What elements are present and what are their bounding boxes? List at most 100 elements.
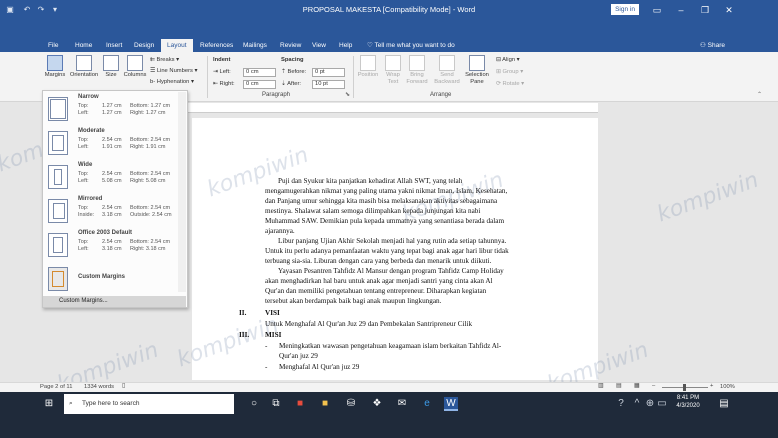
tab-file[interactable]: File [48, 39, 58, 53]
tab-design[interactable]: Design [134, 39, 154, 53]
indent-left-label: ⇥ Left: [213, 69, 231, 75]
moderate-margins-icon [48, 131, 68, 155]
sign-in-button[interactable]: Sign in [611, 4, 639, 15]
read-mode-icon[interactable]: ▥ [598, 383, 603, 389]
tab-mailings[interactable]: Mailings [243, 39, 267, 53]
right-label-text: Right: [219, 81, 235, 87]
indent-title: Indent [213, 57, 231, 63]
zoom-level[interactable]: 100% [720, 384, 735, 390]
paragraph-group-label: Paragraph [262, 92, 291, 98]
mail-icon[interactable]: ✉ [395, 397, 409, 411]
restore-icon[interactable]: ❐ [695, 3, 715, 17]
align-button[interactable]: ⊟ Align ▾ [496, 57, 520, 63]
breaks-button[interactable]: ⇇ Breaks ▾ [150, 57, 179, 63]
ribbon-display-options-icon[interactable]: ▭ [647, 3, 667, 17]
edge-icon[interactable]: e [420, 397, 434, 411]
doc-line: tersebut akan berdampak baik bagi anak m… [265, 297, 442, 305]
system-tray-icons[interactable]: ? [614, 397, 628, 411]
store-icon[interactable]: ⛁ [344, 397, 358, 411]
line-numbers-label: Line Numbers [156, 68, 193, 74]
tab-insert[interactable]: Insert [106, 39, 122, 53]
zoom-slider-thumb[interactable] [683, 384, 686, 391]
web-layout-icon[interactable]: ▦ [634, 383, 639, 389]
cortana-icon[interactable]: ○ [247, 397, 261, 411]
doc-line: dan Panjang umur sehingga kita masih bis… [265, 197, 498, 205]
wrap-text-button[interactable]: Wrap Text [382, 55, 404, 86]
margin-option-office-2003[interactable]: Office 2003 Default Top: 2.54 cm Bottom: 2… [43, 228, 180, 261]
word-count[interactable]: 1334 words [84, 384, 114, 390]
notifications-icon[interactable]: ▤ [717, 397, 731, 411]
rotate-label: Rotate [502, 81, 520, 87]
margin-label: Left: [78, 246, 89, 252]
dropdown-scrollbar[interactable] [178, 92, 186, 292]
margin-label: Left: [78, 110, 89, 116]
margin-label: Top: [78, 171, 89, 177]
collapse-ribbon-icon[interactable]: ⌃ [757, 92, 762, 98]
spacing-after-input[interactable]: 10 pt [312, 80, 345, 89]
dropbox-icon[interactable]: ❖ [370, 397, 384, 411]
minimize-icon[interactable]: – [671, 3, 691, 17]
margin-option-mirrored[interactable]: Mirrored Top: 2.54 cm Bottom: 2.54 cm Insi… [43, 194, 180, 227]
tab-layout[interactable]: Layout [161, 39, 193, 52]
line-numbers-button[interactable]: ☰ Line Numbers ▾ [150, 68, 197, 74]
tell-me-search[interactable]: ♡ Tell me what you want to do [367, 41, 455, 49]
task-view-icon[interactable]: ⧉ [269, 397, 283, 411]
spacing-after-label: ⇣ After: [281, 81, 301, 87]
page-count[interactable]: Page 2 of 11 [40, 384, 72, 390]
paragraph-launcher-icon[interactable]: ⬊ [345, 92, 350, 98]
margin-value: Bottom: 1.27 cm [130, 103, 171, 109]
word-taskbar-icon[interactable]: W [444, 397, 458, 411]
bring-forward-button[interactable]: Bring Forward [405, 55, 429, 86]
custom-margins-button[interactable]: Custom Margins... [43, 296, 186, 307]
group-button[interactable]: ⊞ Group ▾ [496, 69, 523, 75]
margin-option-name: Narrow [78, 94, 99, 100]
indent-right-input[interactable]: 0 cm [243, 80, 276, 89]
app-icon[interactable]: ■ [293, 397, 307, 411]
windows-start-icon[interactable]: ⊞ [42, 397, 56, 411]
indent-right-label: ⇤ Right: [213, 81, 235, 87]
spacing-before-input[interactable]: 0 pt [312, 68, 345, 77]
indent-left-input[interactable]: 0 cm [243, 68, 276, 77]
tab-references[interactable]: References [200, 39, 233, 53]
spacing-before-label: ⇡ Before: [281, 69, 306, 75]
line-numbers-icon: ☰ [150, 68, 157, 74]
app-icon[interactable]: ■ [318, 397, 332, 411]
columns-button[interactable]: Columns [122, 55, 148, 79]
zoom-out-icon[interactable]: – [652, 383, 655, 389]
send-backward-button[interactable]: Send Backward [433, 55, 461, 86]
margin-option-wide[interactable]: Wide Top: 2.54 cm Bottom: 2.54 cm Left: 5.0… [43, 160, 180, 193]
tab-help[interactable]: Help [339, 39, 352, 53]
orientation-button[interactable]: Orientation [68, 55, 100, 79]
clock[interactable]: 8:41 PM 4/3/2020 [671, 394, 705, 410]
margin-option-narrow[interactable]: Narrow Top: 1.27 cm Bottom: 1.27 cm Left: 1… [43, 92, 180, 125]
show-hidden-icons-icon[interactable]: ^ [630, 397, 644, 411]
title-bar: ▣ ↶ ↷ ▾ PROPOSAL MAKESTA [Compatibility … [0, 0, 778, 20]
zoom-in-icon[interactable]: + [710, 383, 713, 389]
proofing-icon[interactable]: ▯ [122, 383, 125, 389]
battery-icon[interactable]: ▭ [655, 397, 669, 411]
mirrored-margins-icon [48, 199, 68, 223]
margin-option-custom[interactable]: Custom Margins [43, 262, 180, 295]
selection-pane-button[interactable]: Selection Pane [463, 55, 491, 86]
rotate-button[interactable]: ⟳ Rotate ▾ [496, 81, 524, 87]
hyphenation-button[interactable]: b- Hyphenation ▾ [150, 79, 194, 85]
arrange-group-label: Arrange [430, 92, 452, 98]
send-backward-label: Send Backward [434, 72, 460, 85]
doc-line: Untuk itu perlu adanya pemanfaatan waktu… [265, 247, 509, 255]
search-icon: ⌕ [69, 400, 73, 407]
margins-button[interactable]: Margins [42, 55, 68, 79]
tab-home[interactable]: Home [75, 39, 92, 53]
horizontal-ruler[interactable] [186, 103, 598, 113]
orientation-label: Orientation [69, 72, 99, 78]
margin-option-moderate[interactable]: Moderate Top: 2.54 cm Bottom: 2.54 cm Left… [43, 126, 180, 159]
share-button[interactable]: ⚇ Share [700, 41, 725, 49]
columns-label: Columns [123, 72, 147, 78]
taskbar-search-box[interactable]: ⌕ Type here to search [64, 394, 234, 414]
position-button[interactable]: Position [356, 55, 380, 79]
size-button[interactable]: Size [101, 55, 121, 79]
tab-view[interactable]: View [312, 39, 326, 53]
tab-review[interactable]: Review [280, 39, 301, 53]
size-icon [103, 55, 119, 71]
close-icon[interactable]: ✕ [719, 3, 739, 17]
print-layout-icon[interactable]: ▤ [616, 383, 621, 389]
